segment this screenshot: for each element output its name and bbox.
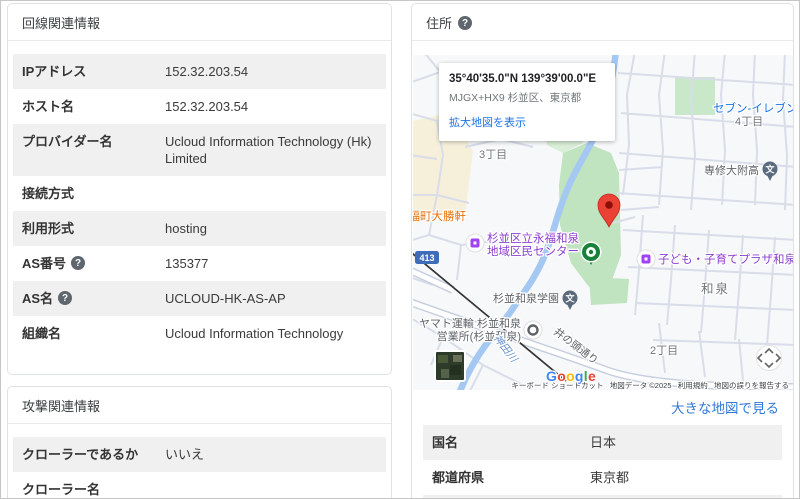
row-label: ホスト名	[22, 99, 75, 114]
table-row: ホスト名 152.32.203.54	[13, 89, 386, 124]
table-row: クローラー名	[13, 472, 386, 498]
poi-school-senshu[interactable]: 専修大附高 文	[703, 161, 778, 182]
map-info-card: 35°40'35.0"N 139°39'00.0"E MJGX+HX9 杉並区、…	[439, 63, 615, 141]
svg-text:413: 413	[419, 253, 434, 263]
row-value	[165, 185, 377, 202]
poi-school-gakuen[interactable]: 杉並和泉学園 文	[492, 290, 578, 311]
row-value: 152.32.203.54	[165, 64, 249, 79]
row-label: AS番号 ?	[22, 255, 165, 272]
poi-community-center[interactable]: 杉並区立永福和泉 地域区民センター	[465, 230, 581, 259]
table-row: AS番号 ? 135377	[13, 246, 386, 281]
line-info-card-header: 回線関連情報	[8, 4, 391, 41]
route-413-shield: 413	[415, 251, 439, 264]
map-green-block	[675, 77, 715, 115]
attack-info-table: クローラーであるか いいえ クローラー名	[8, 424, 391, 498]
pan-control[interactable]	[756, 345, 782, 371]
line-info-table: IPアドレス 152.32.203.54 ホスト名 152.32.203.54 …	[8, 41, 391, 351]
row-label: AS名 ?	[22, 290, 165, 307]
svg-text:専修大附高: 専修大附高	[704, 163, 759, 177]
row-label-text: AS名	[22, 291, 54, 306]
help-icon[interactable]: ?	[58, 291, 73, 305]
row-value: 135377	[165, 256, 209, 271]
line-info-card: 回線関連情報 IPアドレス 152.32.203.54 ホスト名 152.32.…	[7, 3, 392, 375]
external-map-link-row: 大きな地図で見る	[412, 390, 793, 422]
row-label: 国名	[432, 435, 459, 450]
table-row: AS名 ? UCLOUD-HK-AS-AP	[13, 281, 386, 316]
poi-store-label[interactable]: セブン-イレブン	[712, 100, 793, 117]
row-value: Ucloud Information Technology (Hk) Limit…	[165, 134, 372, 166]
svg-text:営業所(杉並和泉): 営業所(杉並和泉)	[437, 329, 521, 343]
table-row: 国名 日本	[423, 425, 782, 460]
table-row: 利用形式 hosting	[13, 211, 386, 246]
row-label: クローラー名	[22, 482, 101, 497]
enlarge-map-link[interactable]: 拡大地図を表示	[449, 114, 605, 130]
row-label: 利用形式	[22, 221, 75, 236]
table-row: 接続方式	[13, 176, 386, 211]
row-value: Ucloud Information Technology	[165, 326, 344, 341]
row-label: 接続方式	[22, 186, 75, 201]
svg-text:地域区民センター: 地域区民センター	[487, 245, 579, 258]
table-row: 組織名 Ucloud Information Technology	[13, 316, 386, 351]
map-park-south	[589, 277, 629, 305]
svg-text:杉並区立永福和泉: 杉並区立永福和泉	[487, 231, 579, 245]
district-label: 2丁目	[650, 345, 678, 357]
school-icon: 文	[564, 293, 575, 304]
line-info-title: 回線関連情報	[22, 16, 101, 31]
row-label-text: AS番号	[22, 256, 67, 271]
table-row: IPアドレス 152.32.203.54	[13, 54, 386, 89]
attack-info-card: 攻撃関連情報 クローラーであるか いいえ クローラー名	[7, 386, 392, 498]
row-value: UCLOUD-HK-AS-AP	[165, 291, 286, 306]
plus-code-text: MJGX+HX9 杉並区、東京都	[449, 92, 582, 104]
row-label: プロバイダー名	[22, 134, 113, 149]
table-row	[423, 495, 782, 498]
view-larger-map-link[interactable]: 大きな地図で見る	[671, 401, 779, 416]
table-row: プロバイダー名 Ucloud Information Technology (H…	[13, 124, 386, 176]
address-panel: 住所 ? 413 3丁目 4丁目 2丁目 和泉 セブン-イレブン 町大勝軒 専修…	[411, 3, 794, 498]
svg-text:ヤマト運輸 杉並和泉: ヤマト運輸 杉並和泉	[419, 316, 521, 330]
row-value: 東京都	[590, 470, 630, 485]
attack-info-card-header: 攻撃関連情報	[8, 387, 391, 424]
row-label: クローラーであるか	[22, 447, 139, 462]
row-value: 152.32.203.54	[165, 99, 249, 114]
table-row: クローラーであるか いいえ	[13, 437, 386, 472]
attack-info-title: 攻撃関連情報	[22, 399, 101, 414]
school-icon: 文	[764, 164, 775, 175]
help-icon[interactable]: ?	[71, 256, 86, 270]
district-label: 4丁目	[735, 116, 763, 128]
page: 回線関連情報 IPアドレス 152.32.203.54 ホスト名 152.32.…	[0, 0, 800, 499]
address-table: 国名 日本 都道府県 東京都	[423, 425, 782, 498]
district-label: 和泉	[701, 281, 730, 296]
google-map[interactable]: 413 3丁目 4丁目 2丁目 和泉 セブン-イレブン 永福町大勝軒 専修大附高…	[413, 55, 793, 390]
district-label: 3丁目	[479, 149, 507, 161]
svg-text:杉並和泉学園: 杉並和泉学園	[493, 291, 559, 305]
row-label: IPアドレス	[22, 64, 87, 79]
row-value: いいえ	[165, 447, 205, 462]
satellite-toggle[interactable]	[434, 350, 466, 382]
map-attribution[interactable]: キーボード ショートカット 地図データ ©2025 利用規約 地図の誤りを報告す…	[510, 379, 790, 390]
help-icon[interactable]: ?	[458, 16, 473, 30]
row-value: hosting	[165, 221, 207, 236]
table-row: 都道府県 東京都	[423, 460, 782, 495]
svg-text:子ども・子育てプラザ和泉: 子ども・子育てプラザ和泉	[658, 252, 793, 266]
poi-kodomo-plaza[interactable]: 子ども・子育てプラザ和泉	[636, 249, 793, 269]
poi-restaurant-label[interactable]: 永福町大勝軒	[413, 208, 468, 225]
row-value	[165, 481, 377, 498]
row-value: 日本	[590, 435, 617, 450]
address-title: 住所	[426, 16, 453, 31]
address-panel-header: 住所 ?	[412, 4, 793, 41]
row-label: 組織名	[22, 326, 62, 341]
row-label: 都道府県	[432, 470, 485, 485]
coordinates-text: 35°40'35.0"N 139°39'00.0"E	[449, 73, 597, 85]
